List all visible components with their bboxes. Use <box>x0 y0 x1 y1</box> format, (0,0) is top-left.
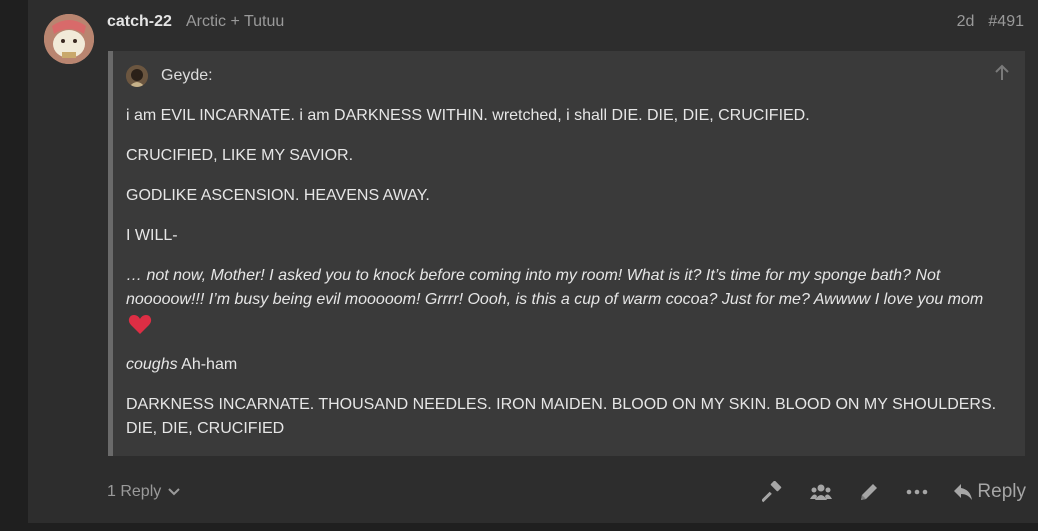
post-age[interactable]: 2d <box>957 13 975 30</box>
people-icon[interactable] <box>809 480 833 504</box>
post: catch-22 Arctic + Tutuu 2d #491 Geyde: i … <box>28 0 1038 531</box>
ellipsis-icon[interactable] <box>905 480 929 504</box>
avatar[interactable] <box>44 14 94 64</box>
quote-avatar[interactable] <box>126 65 148 87</box>
hammer-icon[interactable] <box>761 480 785 504</box>
post-meta: 2d #491 <box>943 13 1024 31</box>
quote-block: Geyde: i am EVIL INCARNATE. i am DARKNES… <box>108 51 1025 456</box>
post-actions: Reply <box>761 480 1026 504</box>
bottom-divider <box>28 523 1038 531</box>
quote-paragraph: DARKNESS INCARNATE. THOUSAND NEEDLES. IR… <box>126 396 997 437</box>
quote-paragraph: CRUCIFIED, LIKE MY SAVIOR. <box>126 147 354 164</box>
post-number[interactable]: #491 <box>988 13 1024 30</box>
pencil-icon[interactable] <box>857 480 881 504</box>
quote-paragraph-italic: … not now, Mother! I asked you to knock … <box>126 264 1006 336</box>
left-gutter <box>0 0 28 531</box>
reply-label: Reply <box>977 481 1026 502</box>
heart-icon <box>128 313 152 335</box>
quote-body: i am EVIL INCARNATE. i am DARKNESS WITHI… <box>126 104 1006 457</box>
chevron-down-icon <box>168 488 180 496</box>
quote-paragraph: i am EVIL INCARNATE. i am DARKNESS WITHI… <box>126 107 810 124</box>
username[interactable]: catch-22 <box>107 13 172 31</box>
reply-arrow-icon <box>954 484 973 500</box>
replies-label: 1 Reply <box>107 483 162 500</box>
quote-paragraph: coughs Ah-ham <box>126 353 1006 377</box>
user-title: Arctic + Tutuu <box>186 13 285 30</box>
quote-paragraph: GODLIKE ASCENSION. HEAVENS AWAY. <box>126 187 430 204</box>
coughs-text: coughs <box>126 356 178 373</box>
quote-paragraph: I WILL- <box>126 227 178 244</box>
italic-text: … not now, Mother! I asked you to knock … <box>126 267 984 308</box>
quote-header: Geyde: <box>126 65 213 87</box>
ahham-text: Ah-ham <box>181 356 238 373</box>
reply-button[interactable]: Reply <box>953 481 1026 503</box>
quote-author[interactable]: Geyde: <box>161 67 213 85</box>
arrow-up-icon[interactable] <box>993 64 1011 82</box>
replies-toggle[interactable]: 1 Reply <box>107 483 181 501</box>
